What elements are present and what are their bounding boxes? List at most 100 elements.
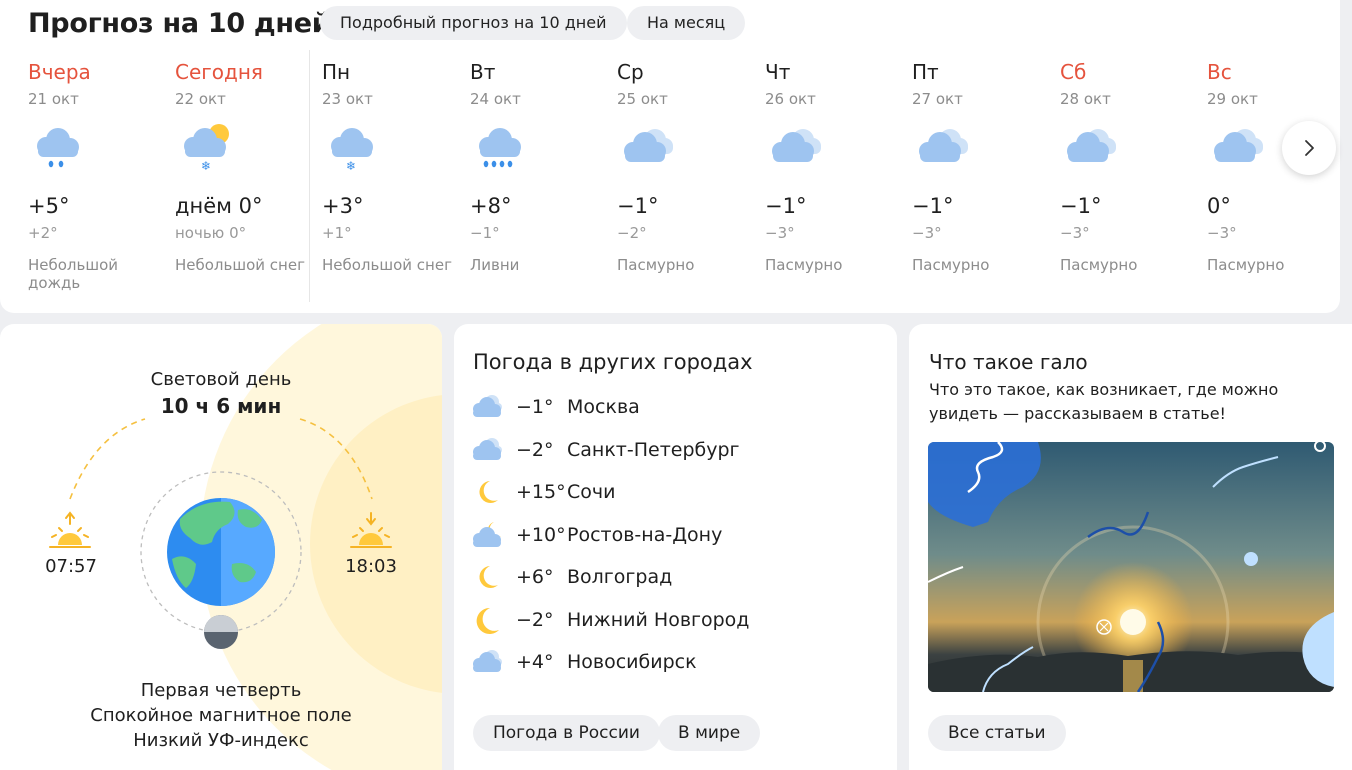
day-date: 26 окт bbox=[765, 90, 816, 108]
cloud-snow-icon: ❄ bbox=[331, 128, 373, 173]
day-date: 24 окт bbox=[470, 90, 521, 108]
day-date: 21 окт bbox=[28, 90, 79, 108]
other-cities-title: Погода в других городах bbox=[473, 350, 753, 374]
city-temp: −2° bbox=[516, 609, 554, 631]
daylight-label: Световой день bbox=[150, 369, 292, 390]
svg-text:❄: ❄ bbox=[201, 159, 211, 173]
day-temp: −1° bbox=[765, 194, 807, 218]
sunset-time: 18:03 bbox=[345, 556, 397, 577]
halo-photo bbox=[928, 442, 1334, 692]
city-temp: +4° bbox=[516, 651, 554, 673]
city-name: Сочи bbox=[567, 481, 616, 503]
city-row-sochi[interactable]: +15° Сочи bbox=[468, 475, 888, 511]
day-condition: Пасмурно bbox=[912, 256, 990, 274]
day-temp: −1° bbox=[912, 194, 954, 218]
forecast-card: Прогноз на 10 дней Подробный прогноз на … bbox=[0, 0, 1340, 313]
day-column-today[interactable]: Сегодня 22 окт ❄ днём 0° ночью 0° Неболь… bbox=[175, 60, 315, 300]
all-articles-button[interactable]: Все статьи bbox=[928, 715, 1066, 751]
day-name: Вчера bbox=[28, 60, 91, 84]
day-name: Пт bbox=[912, 60, 939, 84]
day-column-fri[interactable]: Пт 27 окт −1° −3° Пасмурно bbox=[912, 60, 1052, 300]
city-row-spb[interactable]: −2° Санкт-Петербург bbox=[468, 433, 888, 469]
russia-weather-button[interactable]: Погода в России bbox=[473, 715, 660, 751]
day-condition: Ливни bbox=[470, 256, 520, 274]
day-condition: Пасмурно bbox=[765, 256, 843, 274]
night-temp: −2° bbox=[617, 224, 647, 242]
city-row-volgograd[interactable]: +6° Волгоград bbox=[468, 560, 888, 596]
forecast-title: Прогноз на 10 дней bbox=[28, 8, 331, 39]
magnetic-field-text: Спокойное магнитное поле bbox=[90, 705, 352, 726]
day-column-wed[interactable]: Ср 25 окт −1° −2° Пасмурно bbox=[617, 60, 757, 300]
day-name: Вт bbox=[470, 60, 496, 84]
daylight-card: Световой день 10 ч 6 мин 07:57 18:03 Пер… bbox=[0, 324, 442, 770]
sun-cloud-snow-icon: ❄ bbox=[184, 124, 229, 173]
day-name: Чт bbox=[765, 60, 791, 84]
overcast-icon bbox=[624, 129, 673, 162]
overcast-icon bbox=[473, 395, 502, 417]
chevron-right-icon bbox=[1305, 140, 1314, 156]
night-temp: −3° bbox=[912, 224, 942, 242]
city-row-moscow[interactable]: −1° Москва bbox=[468, 390, 888, 426]
overcast-icon bbox=[473, 650, 502, 672]
moon-phase-text: Первая четверть bbox=[140, 680, 302, 701]
day-name: Вс bbox=[1207, 60, 1232, 84]
day-condition: Пасмурно bbox=[1060, 256, 1138, 274]
day-condition: Небольшой снег bbox=[322, 256, 452, 274]
month-forecast-button[interactable]: На месяц bbox=[627, 6, 746, 40]
article-card: Что такое гало Что это такое, как возник… bbox=[909, 324, 1352, 770]
night-temp: −3° bbox=[1207, 224, 1237, 242]
day-column-yesterday[interactable]: Вчера 21 окт +5° +2° Небольшой дождь bbox=[28, 60, 168, 300]
day-condition: Пасмурно bbox=[1207, 256, 1285, 274]
city-row-rostov[interactable]: +10° Ростов-на-Дону bbox=[468, 518, 888, 554]
sunrise-time: 07:57 bbox=[45, 556, 97, 577]
day-temp: днём 0° bbox=[175, 194, 263, 218]
day-temp: −1° bbox=[1060, 194, 1102, 218]
day-date: 29 окт bbox=[1207, 90, 1258, 108]
city-temp: −1° bbox=[516, 396, 554, 418]
moon-phase-icon bbox=[204, 615, 238, 649]
day-temp: +3° bbox=[322, 194, 364, 218]
city-temp: +6° bbox=[516, 566, 554, 588]
detailed-forecast-button[interactable]: Подробный прогноз на 10 дней bbox=[320, 6, 627, 40]
city-name: Волгоград bbox=[567, 566, 673, 588]
day-condition: Небольшой дождь bbox=[28, 256, 119, 292]
city-temp: +10° bbox=[516, 524, 566, 546]
day-condition: Пасмурно bbox=[617, 256, 695, 274]
moon-icon bbox=[479, 481, 498, 503]
moon-icon bbox=[479, 566, 498, 588]
night-temp: −3° bbox=[765, 224, 795, 242]
day-temp: 0° bbox=[1207, 194, 1231, 218]
day-temp: +5° bbox=[28, 194, 70, 218]
overcast-icon bbox=[1067, 129, 1116, 162]
svg-text:❄: ❄ bbox=[346, 159, 356, 173]
halo-article-image[interactable] bbox=[928, 442, 1334, 692]
day-date: 23 окт bbox=[322, 90, 373, 108]
day-column-thu[interactable]: Чт 26 окт −1° −3° Пасмурно bbox=[765, 60, 905, 300]
day-date: 22 окт bbox=[175, 90, 226, 108]
city-temp: −2° bbox=[516, 439, 554, 461]
other-cities-card: Погода в других городах −1° Москва −2° С… bbox=[454, 324, 897, 770]
day-column-mon[interactable]: Пн 23 окт ❄ +3° +1° Небольшой снег bbox=[322, 60, 462, 300]
city-row-nizhny-novgorod[interactable]: −2° Нижний Новгород bbox=[468, 603, 888, 639]
article-description: Что это такое, как возникает, где можно … bbox=[929, 380, 1279, 423]
day-date: 25 окт bbox=[617, 90, 668, 108]
city-name: Нижний Новгород bbox=[567, 609, 750, 631]
daylight-value: 10 ч 6 мин bbox=[160, 394, 282, 418]
day-name: Ср bbox=[617, 60, 644, 84]
day-column-sun[interactable]: Вс 29 окт 0° −3° Пасмурно bbox=[1207, 60, 1347, 300]
day-column-sat[interactable]: Сб 28 окт −1° −3° Пасмурно bbox=[1060, 60, 1200, 300]
day-name: Сб bbox=[1060, 60, 1087, 84]
city-name: Ростов-на-Дону bbox=[567, 524, 723, 546]
day-column-tue[interactable]: Вт 24 окт +8° −1° Ливни bbox=[470, 60, 610, 300]
world-weather-button[interactable]: В мире bbox=[658, 715, 761, 751]
day-temp: +8° bbox=[470, 194, 512, 218]
next-days-button[interactable] bbox=[1282, 121, 1336, 175]
day-condition: Небольшой снег bbox=[175, 256, 305, 274]
city-temp: +15° bbox=[516, 481, 566, 503]
night-temp: −3° bbox=[1060, 224, 1090, 242]
moon-icon bbox=[476, 607, 499, 634]
city-row-novosibirsk[interactable]: +4° Новосибирск bbox=[468, 645, 888, 681]
city-name: Москва bbox=[567, 396, 640, 418]
cloud-heavy-rain-icon bbox=[479, 128, 521, 168]
article-title[interactable]: Что такое гало bbox=[929, 350, 1088, 374]
